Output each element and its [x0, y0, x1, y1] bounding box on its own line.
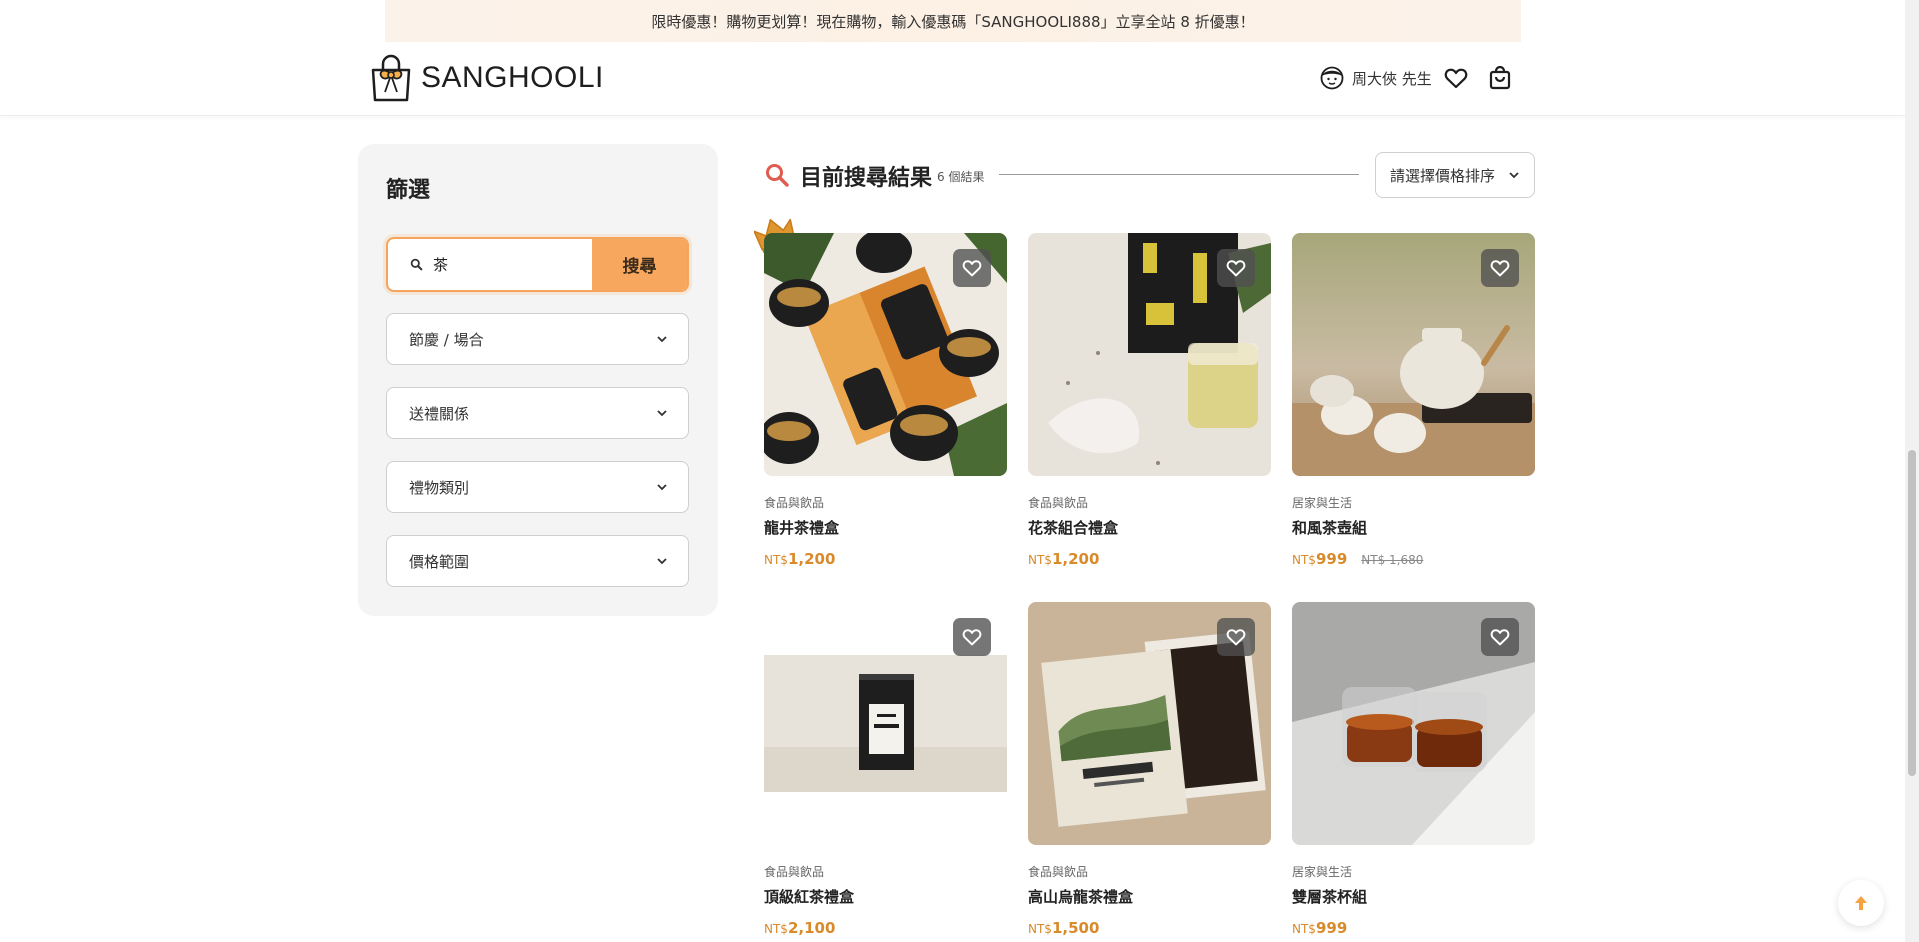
back-to-top-button[interactable] — [1838, 880, 1884, 926]
price-value: 1,200 — [787, 550, 836, 568]
product-category: 食品與飲品 — [764, 496, 825, 510]
sort-label: 請選擇價格排序 — [1390, 166, 1496, 185]
product-card[interactable]: 居家與生活 雙層茶杯組 NT$999 — [1292, 602, 1535, 937]
heart-icon — [962, 260, 982, 277]
product-image[interactable] — [1028, 233, 1271, 476]
product-name[interactable]: 龍井茶禮盒 — [764, 517, 1007, 538]
price-currency: NT$ — [1028, 553, 1052, 567]
favorite-button[interactable] — [1481, 249, 1519, 287]
search-icon — [410, 258, 423, 271]
search-button[interactable]: 搜尋 — [592, 239, 687, 290]
product-image[interactable] — [1028, 602, 1271, 845]
promo-banner: 限時優惠！購物更划算！現在購物，輸入優惠碼「SANGHOOLI888」立享全站 … — [385, 0, 1521, 42]
site-header: SANGHOOLI 周大俠 先生 — [0, 42, 1905, 116]
logo-text: SANGHOOLI — [421, 61, 604, 94]
heart-icon — [1444, 68, 1468, 89]
heart-icon — [1490, 260, 1510, 277]
product-card[interactable]: 食品與飲品 高山烏龍茶禮盒 NT$1,500 — [1028, 602, 1271, 937]
product-price: NT$1,200 — [764, 550, 1007, 568]
product-name[interactable]: 高山烏龍茶禮盒 — [1028, 886, 1271, 907]
favorite-button[interactable] — [1217, 249, 1255, 287]
product-category: 食品與飲品 — [764, 865, 825, 879]
product-category: 食品與飲品 — [1028, 865, 1089, 879]
product-category: 居家與生活 — [1292, 496, 1353, 510]
price-value: 1,200 — [1051, 550, 1100, 568]
search-icon — [766, 164, 789, 187]
price-currency: NT$ — [1292, 922, 1316, 936]
product-image[interactable] — [764, 233, 1007, 476]
arrow-up-icon — [1855, 896, 1867, 910]
product-price: NT$999 NT$ 1,680 — [1292, 550, 1535, 568]
product-image[interactable] — [1292, 233, 1535, 476]
filter-title: 篩選 — [386, 178, 431, 203]
chevron-down-icon — [657, 410, 667, 417]
wishlist-button[interactable] — [1443, 65, 1469, 91]
dropdown-label: 價格範圍 — [409, 552, 470, 571]
shopping-bag-icon — [1489, 66, 1511, 90]
results-count: 6 個結果 — [937, 170, 985, 184]
price-value: 999 — [1315, 919, 1348, 937]
price-currency: NT$ — [764, 922, 788, 936]
dropdown-label: 禮物類別 — [409, 478, 470, 497]
price-value: 1,500 — [1051, 919, 1100, 937]
product-name[interactable]: 和風茶壺組 — [1292, 517, 1535, 538]
filter-price-dropdown[interactable]: 價格範圍 — [386, 535, 689, 587]
filter-category-dropdown[interactable]: 禮物類別 — [386, 461, 689, 513]
search-box: 搜尋 — [386, 237, 689, 292]
chevron-down-icon — [657, 558, 667, 565]
price-currency: NT$ — [1028, 922, 1052, 936]
user-name: 周大俠 先生 — [1352, 69, 1432, 88]
heart-icon — [962, 629, 982, 646]
promo-text: 限時優惠！購物更划算！現在購物，輸入優惠碼「SANGHOOLI888」立享全站 … — [651, 12, 1255, 31]
chevron-down-icon — [1509, 172, 1519, 179]
filter-relationship-dropdown[interactable]: 送禮關係 — [386, 387, 689, 439]
chevron-down-icon — [657, 336, 667, 343]
gift-bag-logo-icon — [371, 54, 411, 102]
favorite-button[interactable] — [1481, 618, 1519, 656]
product-name[interactable]: 頂級紅茶禮盒 — [764, 886, 1007, 907]
search-input[interactable] — [433, 255, 573, 274]
product-name[interactable]: 雙層茶杯組 — [1292, 886, 1535, 907]
product-category: 居家與生活 — [1292, 865, 1353, 879]
product-card[interactable]: 食品與飲品 頂級紅茶禮盒 NT$2,100 — [764, 602, 1007, 937]
product-card[interactable]: 食品與飲品 花茶組合禮盒 NT$1,200 — [1028, 233, 1271, 568]
divider — [999, 174, 1359, 175]
dropdown-label: 送禮關係 — [409, 404, 470, 423]
product-category: 食品與飲品 — [1028, 496, 1089, 510]
product-price: NT$999 — [1292, 919, 1535, 937]
results-header: 目前搜尋結果 6 個結果 請選擇價格排序 — [764, 152, 1535, 198]
chevron-down-icon — [657, 484, 667, 491]
sort-dropdown[interactable]: 請選擇價格排序 — [1375, 152, 1535, 198]
product-price: NT$1,500 — [1028, 919, 1271, 937]
results-title: 目前搜尋結果 — [800, 166, 933, 191]
user-menu[interactable]: 周大俠 先生 — [1320, 66, 1432, 90]
price-value: 999 — [1315, 550, 1348, 568]
price-currency: NT$ — [764, 553, 788, 567]
filter-occasion-dropdown[interactable]: 節慶 / 場合 — [386, 313, 689, 365]
product-price: NT$1,200 — [1028, 550, 1271, 568]
favorite-button[interactable] — [953, 249, 991, 287]
product-name[interactable]: 花茶組合禮盒 — [1028, 517, 1271, 538]
scrollbar-thumb[interactable] — [1908, 450, 1916, 776]
dropdown-label: 節慶 / 場合 — [409, 330, 484, 349]
product-card[interactable]: 食品與飲品 龍井茶禮盒 NT$1,200 — [764, 233, 1007, 568]
site-logo[interactable]: SANGHOOLI — [369, 54, 604, 102]
page-scrollbar[interactable] — [1905, 0, 1919, 942]
favorite-button[interactable] — [953, 618, 991, 656]
heart-icon — [1490, 629, 1510, 646]
product-image[interactable] — [1292, 602, 1535, 845]
price-currency: NT$ — [1292, 553, 1316, 567]
price-value: 2,100 — [787, 919, 836, 937]
original-price: NT$ 1,680 — [1361, 553, 1424, 567]
user-avatar-icon — [1320, 66, 1344, 90]
heart-icon — [1226, 260, 1246, 277]
search-input-wrap — [388, 239, 592, 290]
favorite-button[interactable] — [1217, 618, 1255, 656]
filter-sidebar: 篩選 搜尋 節慶 / 場合 送禮關係 禮物類別 價格範圍 — [358, 144, 718, 616]
product-card[interactable]: 居家與生活 和風茶壺組 NT$999 NT$ 1,680 — [1292, 233, 1535, 568]
product-price: NT$2,100 — [764, 919, 1007, 937]
product-image[interactable] — [764, 602, 1007, 845]
heart-icon — [1226, 629, 1246, 646]
cart-button[interactable] — [1487, 65, 1513, 91]
